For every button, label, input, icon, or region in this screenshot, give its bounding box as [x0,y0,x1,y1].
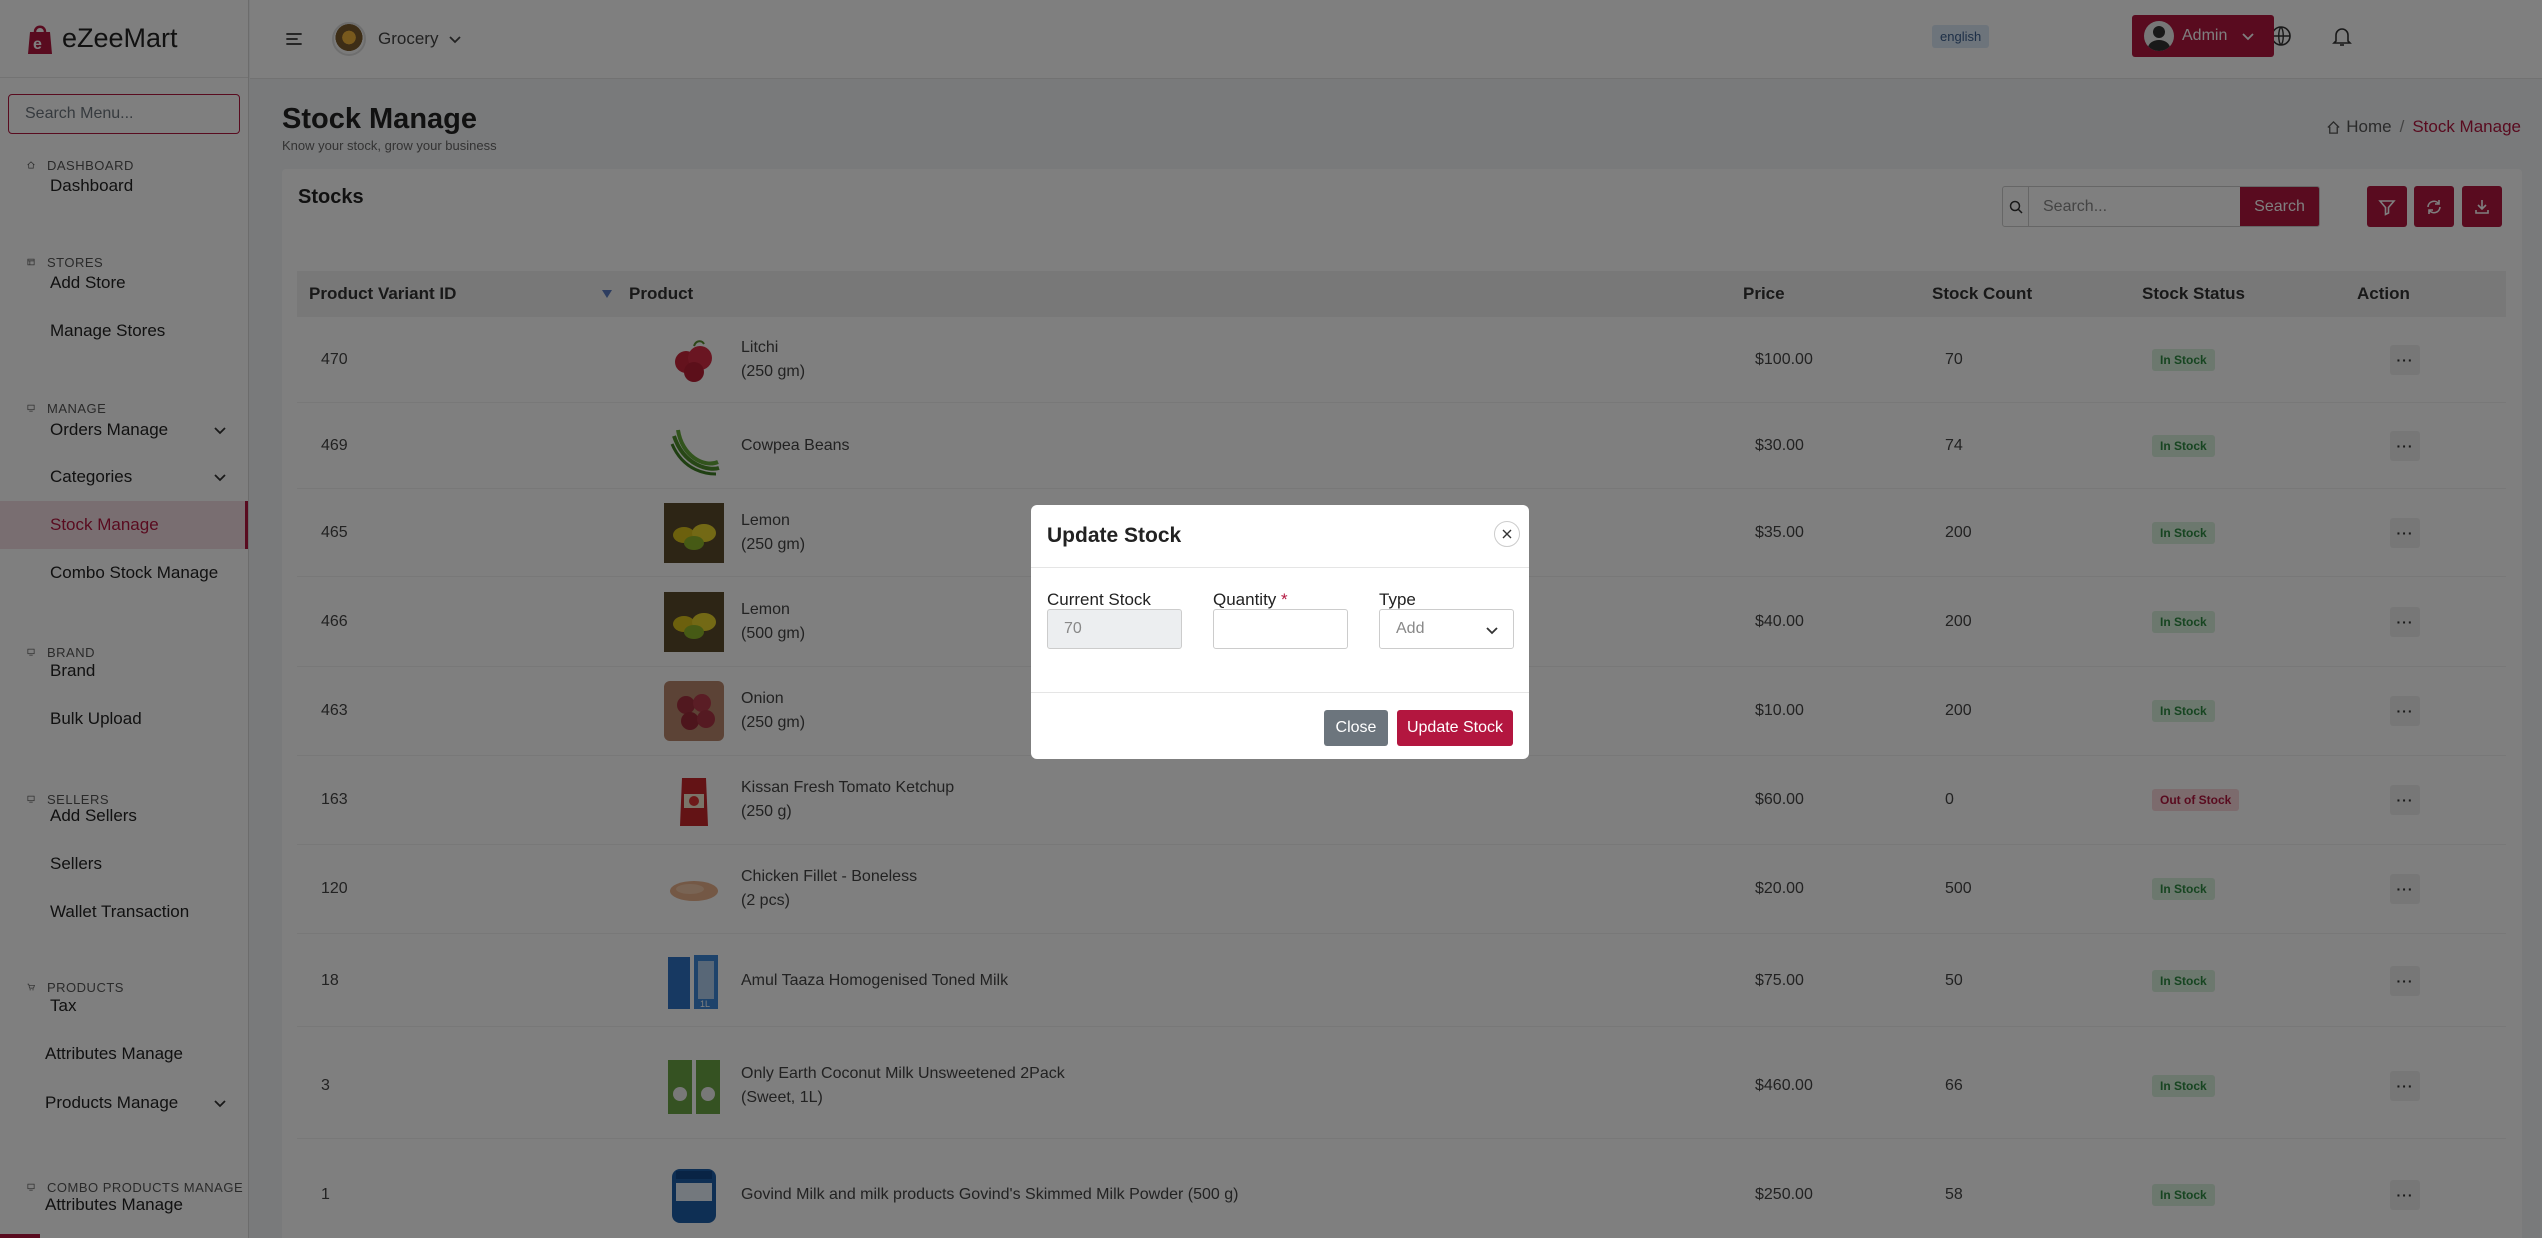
current-stock-field: 70 [1047,609,1182,649]
modal-footer: Close Update Stock [1031,693,1529,759]
modal-body: Current Stock 70 Quantity * Type Add [1031,568,1529,693]
required-mark: * [1281,590,1288,609]
chevron-down-icon [1486,627,1498,635]
quantity-label-text: Quantity [1213,590,1277,609]
close-icon[interactable] [1494,521,1520,547]
quantity-label: Quantity * [1213,590,1288,610]
update-stock-modal: Update Stock Current Stock 70 Quantity *… [1031,505,1529,759]
type-select[interactable]: Add [1379,609,1514,649]
update-stock-button[interactable]: Update Stock [1397,710,1513,746]
modal-title: Update Stock [1047,524,1182,547]
quantity-field[interactable] [1213,609,1348,649]
type-label: Type [1379,590,1416,609]
modal-header: Update Stock [1031,505,1529,568]
close-button[interactable]: Close [1324,710,1388,746]
current-stock-label: Current Stock [1047,590,1151,609]
type-select-value: Add [1396,620,1425,637]
